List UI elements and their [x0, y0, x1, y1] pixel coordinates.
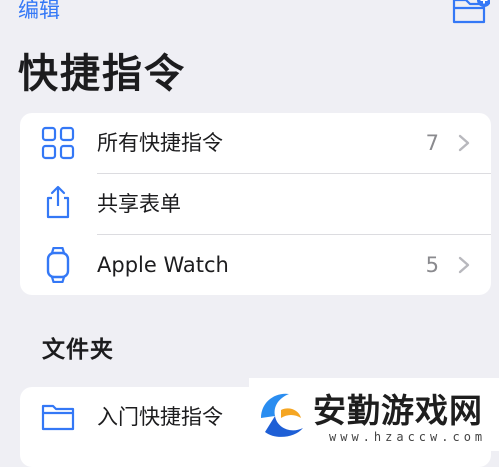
apple-watch-icon	[46, 247, 70, 283]
grid-icon	[41, 126, 75, 160]
item-count: 7	[425, 131, 439, 155]
list-item-label: 共享表单	[97, 192, 181, 216]
site-watermark: 安勤游戏网 www.hzaccw.com	[249, 378, 499, 451]
watermark-url: www.hzaccw.com	[329, 430, 487, 444]
chevron-right-icon	[458, 256, 470, 274]
share-icon	[46, 185, 70, 219]
new-folder-button[interactable]	[450, 0, 491, 26]
list-item-share-sheet[interactable]: 共享表单	[20, 174, 491, 234]
list-item-apple-watch[interactable]: Apple Watch 5	[20, 235, 491, 295]
list-item-all-shortcuts[interactable]: 所有快捷指令 7	[20, 113, 491, 173]
list-item-label: 所有快捷指令	[97, 131, 223, 155]
list-item-label: 入门快捷指令	[97, 405, 223, 429]
folder-badge-plus-icon	[452, 0, 491, 24]
watermark-brand: 安勤游戏网	[313, 391, 483, 430]
chevron-right-icon	[458, 134, 470, 152]
folder-icon	[41, 404, 75, 431]
edit-button[interactable]: 编辑	[18, 0, 60, 24]
folders-section-title: 文件夹	[42, 337, 114, 363]
top-bar: 编辑	[0, 0, 499, 30]
page-title: 快捷指令	[18, 51, 186, 97]
brand-logo-icon	[261, 393, 303, 437]
list-item-label: Apple Watch	[97, 253, 229, 277]
item-count: 5	[425, 253, 439, 277]
shortcuts-list-card: 所有快捷指令 7 共享表单 Apple Watch 5	[20, 113, 491, 295]
